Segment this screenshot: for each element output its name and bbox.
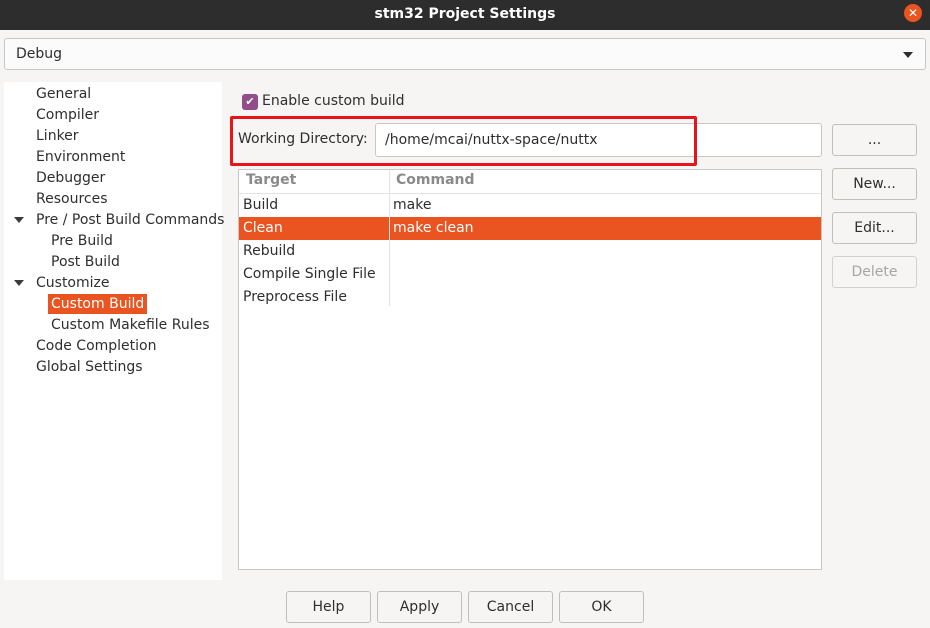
close-icon[interactable]: ✕ <box>904 4 922 22</box>
sidebar-item-resources[interactable]: Resources <box>36 189 108 209</box>
apply-button[interactable]: Apply <box>377 591 462 623</box>
title-bar: stm32 Project Settings ✕ <box>0 0 930 30</box>
enable-custom-build-checkbox[interactable]: ✔ <box>242 94 258 110</box>
table-row[interactable]: Rebuild <box>239 240 821 263</box>
table-row[interactable]: Clean make clean <box>239 217 821 240</box>
enable-custom-build-label[interactable]: Enable custom build <box>262 93 405 109</box>
row-target: Clean <box>243 220 283 236</box>
configuration-dropdown[interactable]: Debug <box>4 38 926 70</box>
expand-arrow-icon[interactable] <box>14 217 24 223</box>
sidebar-item-global-settings[interactable]: Global Settings <box>36 357 143 377</box>
sidebar-item-debugger[interactable]: Debugger <box>36 168 105 188</box>
new-button[interactable]: New... <box>832 168 917 200</box>
configuration-value: Debug <box>16 46 63 62</box>
sidebar-item-linker[interactable]: Linker <box>36 126 79 146</box>
browse-button[interactable]: ... <box>832 124 917 156</box>
sidebar-item-code-completion[interactable]: Code Completion <box>36 336 156 356</box>
sidebar-item-customize[interactable]: Customize <box>36 273 110 293</box>
table-row[interactable]: Build make <box>239 194 821 217</box>
row-command: make <box>393 197 432 213</box>
delete-button[interactable]: Delete <box>832 256 917 288</box>
row-command: make clean <box>393 220 474 236</box>
sidebar-item-custom-makefile-rules[interactable]: Custom Makefile Rules <box>51 315 210 335</box>
settings-tree: General Compiler Linker Environment Debu… <box>4 82 224 580</box>
ok-button[interactable]: OK <box>559 591 644 623</box>
column-header-target[interactable]: Target <box>246 172 296 188</box>
row-target: Build <box>243 197 279 213</box>
table-row[interactable]: Preprocess File <box>239 286 821 309</box>
column-divider <box>389 170 390 306</box>
sidebar-item-post-build[interactable]: Post Build <box>51 252 120 272</box>
row-target: Preprocess File <box>243 289 347 305</box>
cancel-button[interactable]: Cancel <box>468 591 553 623</box>
expand-arrow-icon[interactable] <box>14 280 24 286</box>
row-target: Rebuild <box>243 243 296 259</box>
sidebar-item-compiler[interactable]: Compiler <box>36 105 99 125</box>
window-title: stm32 Project Settings <box>374 6 556 22</box>
sidebar-item-general[interactable]: General <box>36 84 91 104</box>
sidebar-item-pre-post-build[interactable]: Pre / Post Build Commands <box>36 210 224 230</box>
table-row[interactable]: Compile Single File <box>239 263 821 286</box>
help-button[interactable]: Help <box>286 591 371 623</box>
sidebar-item-environment[interactable]: Environment <box>36 147 125 167</box>
column-header-command[interactable]: Command <box>396 172 475 188</box>
annotation-highlight-box <box>230 116 697 166</box>
check-icon: ✔ <box>245 95 255 108</box>
sidebar-item-custom-build[interactable]: Custom Build <box>48 294 148 314</box>
row-target: Compile Single File <box>243 266 376 282</box>
sidebar-item-pre-build[interactable]: Pre Build <box>51 231 113 251</box>
edit-button[interactable]: Edit... <box>832 212 917 244</box>
targets-table: Target Command Build make Clean make cle… <box>238 169 822 570</box>
chevron-down-icon <box>903 52 913 58</box>
